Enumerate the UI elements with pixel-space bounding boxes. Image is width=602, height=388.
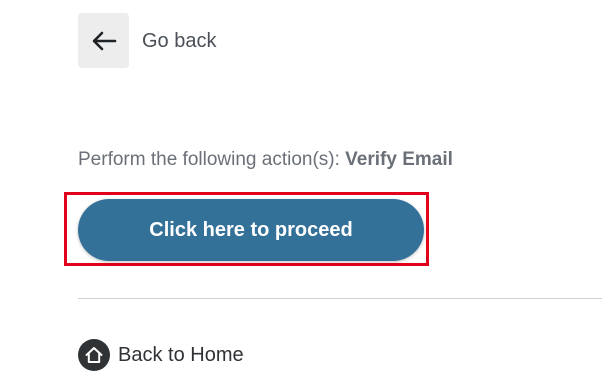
action-name: Verify Email xyxy=(345,149,453,170)
proceed-button[interactable]: Click here to proceed xyxy=(78,199,424,261)
back-to-home-link[interactable]: Back to Home xyxy=(78,339,244,371)
action-prefix: Perform the following action(s): xyxy=(78,149,346,170)
action-instruction: Perform the following action(s): Verify … xyxy=(78,148,453,172)
back-to-home-label[interactable]: Back to Home xyxy=(118,343,244,367)
home-icon xyxy=(78,339,110,371)
divider xyxy=(78,298,602,299)
go-back-label[interactable]: Go back xyxy=(142,29,216,53)
back-button[interactable] xyxy=(78,13,129,68)
page: Go back Perform the following action(s):… xyxy=(0,0,602,388)
arrow-left-icon xyxy=(92,31,116,50)
